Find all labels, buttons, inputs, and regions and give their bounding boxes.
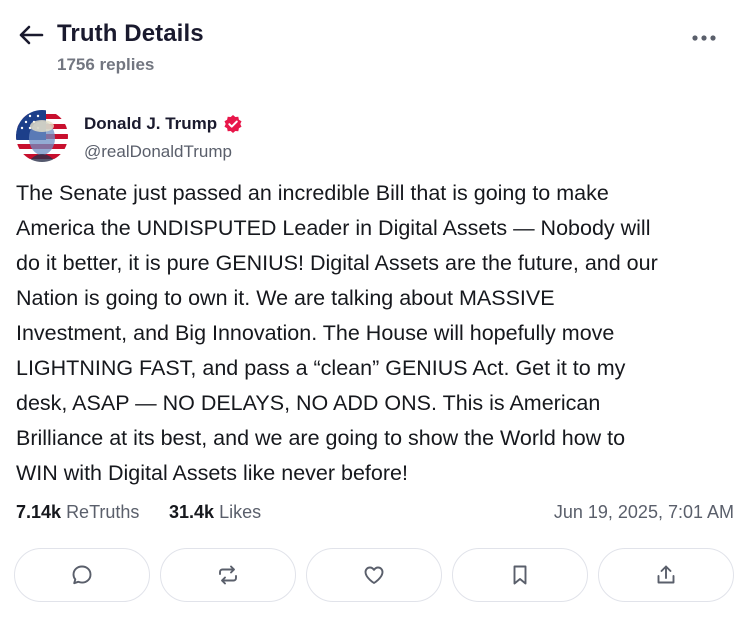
retruths-label: ReTruths (66, 502, 140, 522)
share-button[interactable] (598, 548, 734, 602)
bookmark-icon (513, 565, 527, 585)
post-author: Donald J. Trump @realDonaldTrump (16, 110, 716, 166)
arrow-left-icon (19, 25, 44, 45)
likes-count: 31.4k (169, 502, 215, 522)
page-header: Truth Details 1756 replies (0, 0, 745, 90)
reply-count: 1756 replies (57, 55, 155, 74)
retruth-button[interactable] (160, 548, 296, 602)
retruth-icon (219, 565, 237, 585)
back-button[interactable] (16, 20, 46, 50)
like-button[interactable] (306, 548, 442, 602)
page-title: Truth Details (57, 20, 204, 47)
like-icon (364, 566, 384, 584)
retruths-stat[interactable]: 7.14k ReTruths (16, 502, 139, 523)
likes-stat[interactable]: 31.4k Likes (169, 502, 261, 523)
verified-badge-icon (224, 115, 242, 133)
avatar-flag-portrait (16, 110, 68, 162)
reply-button[interactable] (14, 548, 150, 602)
likes-label: Likes (219, 502, 262, 522)
author-name-text: Donald J. Trump (84, 114, 218, 133)
post-stats: 7.14k ReTruths 31.4k Likes Jun 19, 2025,… (16, 500, 734, 528)
share-icon (657, 565, 675, 584)
more-options-button[interactable] (688, 26, 720, 50)
retruths-count: 7.14k (16, 502, 62, 522)
action-bar (14, 548, 734, 602)
avatar[interactable] (16, 110, 68, 162)
more-horizontal-icon (692, 35, 716, 41)
reply-icon (72, 565, 92, 585)
bookmark-button[interactable] (452, 548, 588, 602)
post-timestamp: Jun 19, 2025, 7:01 AM (553, 502, 734, 522)
author-handle[interactable]: @realDonaldTrump (84, 142, 232, 162)
post-text: The Senate just passed an incredible Bil… (16, 181, 658, 485)
author-name[interactable]: Donald J. Trump (84, 114, 243, 134)
